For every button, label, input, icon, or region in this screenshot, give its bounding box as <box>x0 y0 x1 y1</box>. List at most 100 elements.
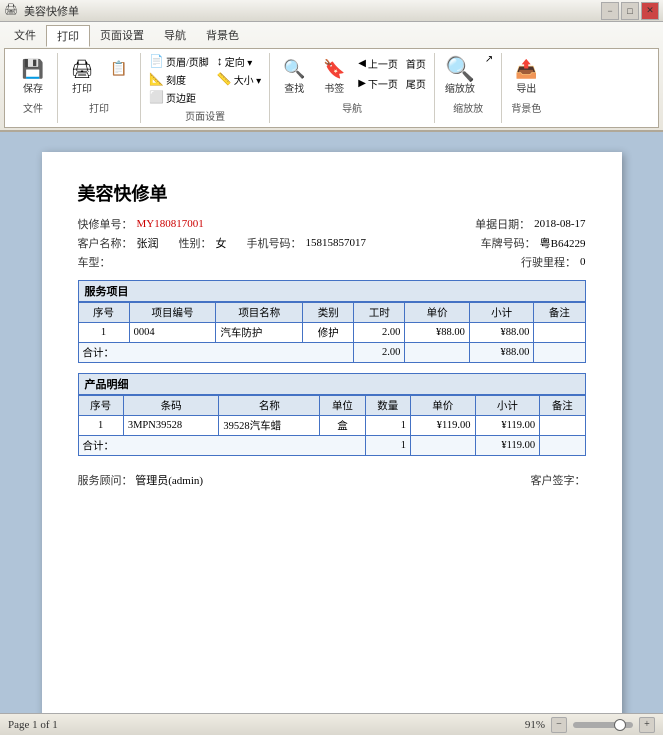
mileage-label: 行驶里程： <box>521 254 576 270</box>
zoom-button[interactable]: 🔍 缩放放 <box>441 53 479 98</box>
service-total-row: 合计： 2.00 ¥88.00 <box>78 343 585 363</box>
product-col-remark: 备注 <box>540 396 585 416</box>
ribbon-group-file: 💾 保存 文件 <box>9 53 58 123</box>
service-row1-subtotal: ¥88.00 <box>469 323 533 343</box>
scale-icon: 📐 <box>149 72 164 87</box>
zoom-slider[interactable] <box>573 722 633 728</box>
close-button[interactable]: ✕ <box>641 2 659 20</box>
margin-label: 页边距 <box>166 90 196 105</box>
save-icon: 💾 <box>19 55 47 83</box>
prev-page-button[interactable]: ◀ 上一页 <box>356 55 400 72</box>
ribbon-group-zoom: 🔍 缩放放 ↗ 缩放放 <box>435 53 502 123</box>
tab-bg[interactable]: 背景色 <box>196 25 249 46</box>
tab-pagesetup[interactable]: 页面设置 <box>90 25 154 46</box>
find-button[interactable]: 🔍 查找 <box>276 53 312 98</box>
zoom-thumb[interactable] <box>614 719 626 731</box>
product-row1-remark <box>540 416 585 436</box>
ribbon-content: 💾 保存 文件 🖨 打印 📋 打印 <box>4 48 659 128</box>
margin-button[interactable]: ⬜ 页边距 <box>147 89 211 106</box>
title-bar: 🖨 美容快修单 − □ ✕ <box>0 0 663 22</box>
product-row1-barcode: 3MPN39528 <box>123 416 219 436</box>
size-button[interactable]: 📏 大小 ▾ <box>215 71 263 88</box>
bookmark-label: 书签 <box>324 84 344 96</box>
header-footer-label: 页眉/页脚 <box>166 54 209 69</box>
header-footer-icon: 📄 <box>149 54 164 69</box>
file-group-label: 文件 <box>23 100 43 115</box>
title-bar-text: 美容快修单 <box>24 3 601 19</box>
app-icon: 🖨 <box>4 3 20 19</box>
plateNo-label: 车牌号码： <box>481 235 536 251</box>
scale-button[interactable]: 📐 刻度 <box>147 71 211 88</box>
product-row1-price: ¥119.00 <box>410 416 475 436</box>
last-page-label: 尾页 <box>406 76 426 91</box>
service-row1-hours: 2.00 <box>354 323 405 343</box>
product-col-barcode: 条码 <box>123 396 219 416</box>
document-page: 美容快修单 快修单号： MY180817001 单据日期： 2018-08-17… <box>42 152 622 713</box>
ribbon-group-print: 🖨 打印 📋 打印 <box>58 53 141 123</box>
margin-icon: ⬜ <box>149 90 164 105</box>
status-bar: Page 1 of 1 91% − + <box>0 713 663 735</box>
print-label: 打印 <box>72 84 92 96</box>
product-row1-name: 39528汽车蜡 <box>219 416 320 436</box>
product-col-price: 单价 <box>410 396 475 416</box>
zoom-in-button[interactable]: + <box>639 717 655 733</box>
preview-icon: 📋 <box>108 55 130 83</box>
customer-value: 张润 <box>137 235 159 251</box>
gender-label: 性别： <box>179 235 212 251</box>
save-button[interactable]: 💾 保存 <box>15 53 51 98</box>
next-page-icon: ▶ <box>358 78 366 89</box>
main-area: 美容快修单 快修单号： MY180817001 单据日期： 2018-08-17… <box>0 132 663 713</box>
zoom-out-button[interactable]: − <box>551 717 567 733</box>
gender-value: 女 <box>216 235 227 251</box>
service-total-price-empty <box>405 343 469 363</box>
service-total-label: 合计： <box>78 343 354 363</box>
bookmark-icon: 🔖 <box>320 55 348 83</box>
product-total-price-empty <box>410 436 475 456</box>
ribbon-tabs: 文件 打印 页面设置 导航 背景色 <box>4 25 659 46</box>
next-page-label: 下一页 <box>368 76 398 91</box>
first-page-button[interactable]: 首页 <box>404 55 428 72</box>
product-row1-seq: 1 <box>78 416 123 436</box>
export-icon: 📤 <box>512 55 540 83</box>
orientation-button[interactable]: ↕ 定向 ▾ <box>215 53 263 70</box>
product-col-qty: 数量 <box>365 396 410 416</box>
orientation-label: 定向 ▾ <box>225 54 253 69</box>
print-icon: 🖨 <box>68 55 96 83</box>
tab-file[interactable]: 文件 <box>4 25 46 46</box>
maximize-button[interactable]: □ <box>621 2 639 20</box>
first-page-label: 首页 <box>406 56 426 71</box>
service-total-hours: 2.00 <box>354 343 405 363</box>
service-total-amount: ¥88.00 <box>469 343 533 363</box>
preview-button[interactable]: 📋 <box>104 53 134 85</box>
service-row1-name: 汽车防护 <box>216 323 303 343</box>
date-label: 单据日期： <box>475 216 530 232</box>
phone-value: 15815857017 <box>306 237 367 249</box>
doc-footer: 服务顾问： 管理员(admin) 客户签字： <box>78 472 586 488</box>
service-col-remark: 备注 <box>534 303 585 323</box>
service-total-remark <box>534 343 585 363</box>
zoom-extra-button[interactable]: ↗ <box>483 53 495 66</box>
product-row1-subtotal: ¥119.00 <box>475 416 540 436</box>
ribbon-group-nav: 🔍 查找 🔖 书签 ◀ 上一页 ▶ 下一页 <box>270 53 435 123</box>
tab-nav[interactable]: 导航 <box>154 25 196 46</box>
bookmark-button[interactable]: 🔖 书签 <box>316 53 352 98</box>
signature-section: 客户签字： <box>531 472 586 488</box>
next-page-button[interactable]: ▶ 下一页 <box>356 75 400 92</box>
product-row1-unit: 盒 <box>320 416 365 436</box>
advisor-label: 服务顾问： <box>78 475 133 487</box>
table-row: 1 0004 汽车防护 修护 2.00 ¥88.00 ¥88.00 <box>78 323 585 343</box>
zoom-icon: 🔍 <box>446 55 474 83</box>
zoom-extra-icon: ↗ <box>485 54 493 65</box>
last-page-button[interactable]: 尾页 <box>404 75 428 92</box>
print-button[interactable]: 🖨 打印 <box>64 53 100 98</box>
product-row1-qty: 1 <box>365 416 410 436</box>
scroll-area[interactable]: 美容快修单 快修单号： MY180817001 单据日期： 2018-08-17… <box>0 132 663 713</box>
minimize-button[interactable]: − <box>601 2 619 20</box>
export-button[interactable]: 📤 导出 <box>508 53 544 98</box>
tab-print[interactable]: 打印 <box>46 25 90 47</box>
save-label: 保存 <box>23 84 43 96</box>
header-footer-button[interactable]: 📄 页眉/页脚 <box>147 53 211 70</box>
prev-page-label: 上一页 <box>368 56 398 71</box>
service-col-seq: 序号 <box>78 303 129 323</box>
service-col-hours: 工时 <box>354 303 405 323</box>
